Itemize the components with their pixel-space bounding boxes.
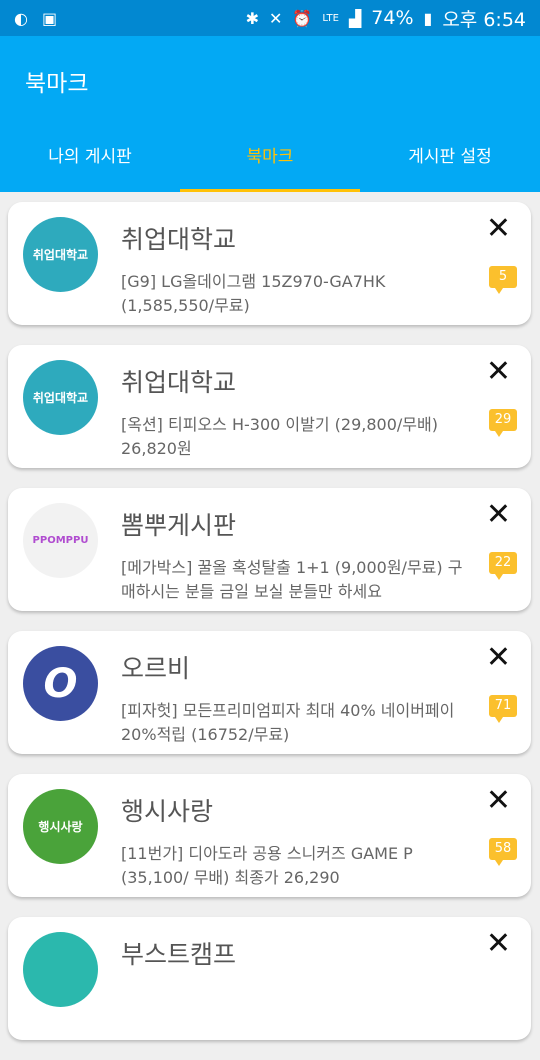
tab-bar: 나의 게시판 북마크 게시판 설정 (0, 120, 540, 192)
bookmark-card[interactable]: 취업대학교 취업대학교 [G9] LG올데이그램 15Z970-GA7HK (1… (8, 202, 531, 325)
tab-my-boards[interactable]: 나의 게시판 (0, 120, 180, 192)
status-bar: ◐ ▣ ✱ ✕ ⏰ LTE ▟ 74% ▮ 오후 6:54 (0, 0, 540, 36)
comment-count-badge: 29 (489, 409, 517, 437)
close-icon[interactable]: ✕ (486, 641, 511, 675)
board-logo: 취업대학교 (23, 360, 98, 435)
post-title[interactable]: [11번가] 디아도라 공용 스니커즈 GAME P (35,100/ 무배) … (121, 842, 471, 890)
bookmark-list: 취업대학교 취업대학교 [G9] LG올데이그램 15Z970-GA7HK (1… (8, 202, 531, 1060)
board-name: 취업대학교 (121, 368, 237, 397)
board-name: 행시사랑 (121, 797, 214, 826)
bookmark-card[interactable]: 행시사랑 행시사랑 [11번가] 디아도라 공용 스니커즈 GAME P (35… (8, 774, 531, 897)
close-icon[interactable]: ✕ (486, 355, 511, 389)
signal-icon: ▟ (348, 8, 362, 28)
battery-icon: ▮ (423, 8, 433, 28)
board-name: 취업대학교 (121, 225, 237, 254)
close-icon[interactable]: ✕ (486, 498, 511, 532)
clock: 오후 6:54 (442, 8, 526, 31)
tab-board-settings[interactable]: 게시판 설정 (360, 120, 540, 192)
app-bar: 북마크 나의 게시판 북마크 게시판 설정 (0, 36, 540, 192)
comment-count-badge: 71 (489, 695, 517, 723)
close-icon[interactable]: ✕ (486, 927, 511, 961)
app-notification-icon: ◐ (14, 8, 28, 28)
post-title[interactable]: [메가박스] 꿀올 혹성탈출 1+1 (9,000원/무료) 구매하시는 분들 … (121, 556, 471, 604)
bluetooth-icon: ✱ (245, 8, 260, 28)
alarm-icon: ⏰ (292, 8, 313, 28)
board-logo: 행시사랑 (23, 789, 98, 864)
close-icon[interactable]: ✕ (486, 212, 511, 246)
tab-bookmarks[interactable]: 북마크 (180, 120, 360, 192)
comment-count-badge: 58 (489, 838, 517, 866)
post-title[interactable]: [옥션] 티피오스 H-300 이발기 (29,800/무배) 26,820원 (121, 413, 471, 461)
comment-count-badge: 5 (489, 266, 517, 294)
board-logo (23, 932, 98, 1007)
board-logo: 취업대학교 (23, 217, 98, 292)
page-title: 북마크 (25, 71, 89, 97)
post-title[interactable]: [G9] LG올데이그램 15Z970-GA7HK (1,585,550/무료) (121, 270, 471, 318)
bookmark-card[interactable]: PPOMPPU 뽐뿌게시판 [메가박스] 꿀올 혹성탈출 1+1 (9,000원… (8, 488, 531, 611)
post-title[interactable]: [피자헛] 모든프리미엄피자 최대 40% 네이버페이 20%적립 (16752… (121, 699, 471, 747)
battery-percent: 74% (371, 7, 414, 29)
board-logo: O (23, 646, 98, 721)
close-icon[interactable]: ✕ (486, 784, 511, 818)
board-name: 뽐뿌게시판 (121, 511, 237, 540)
bookmark-card[interactable]: 취업대학교 취업대학교 [옥션] 티피오스 H-300 이발기 (29,800/… (8, 345, 531, 468)
board-name: 부스트캠프 (121, 940, 237, 969)
image-icon: ▣ (41, 8, 58, 28)
comment-count-badge: 22 (489, 552, 517, 580)
board-logo: PPOMPPU (23, 503, 98, 578)
mute-icon: ✕ (269, 8, 283, 28)
bookmark-card[interactable]: O 오르비 [피자헛] 모든프리미엄피자 최대 40% 네이버페이 20%적립 … (8, 631, 531, 754)
network-type: LTE (322, 12, 339, 24)
board-name: 오르비 (121, 654, 191, 683)
bookmark-card[interactable]: 부스트캠프 ✕ (8, 917, 531, 1040)
